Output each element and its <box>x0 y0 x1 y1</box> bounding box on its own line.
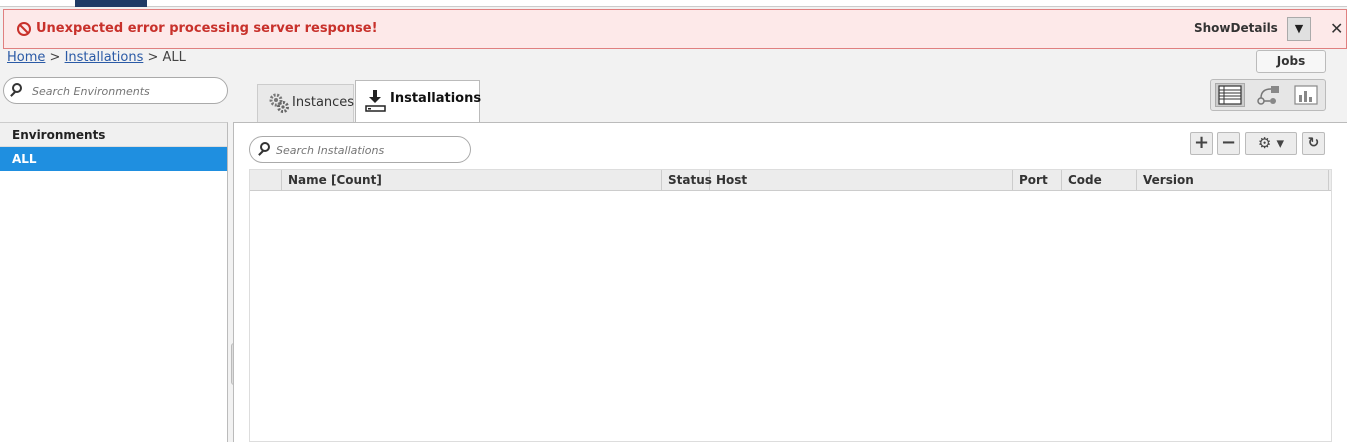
settings-dropdown-button[interactable]: ⚙ ▾ <box>1245 132 1297 155</box>
remove-button[interactable]: − <box>1217 132 1240 155</box>
tab-installations[interactable]: Installations <box>355 80 482 123</box>
sidebar-item-all[interactable]: ALL <box>0 147 227 171</box>
show-details-link[interactable]: ShowDetails <box>1194 21 1278 35</box>
column-header-port[interactable]: Port <box>1013 170 1062 191</box>
error-banner: Unexpected error processing server respo… <box>3 9 1347 49</box>
topology-view-icon <box>1257 86 1279 105</box>
download-icon <box>365 90 386 112</box>
breadcrumb-separator: > <box>45 50 65 65</box>
column-header-name[interactable]: Name [Count] <box>282 170 662 191</box>
column-header-status[interactable]: Status <box>662 170 712 191</box>
tab-instances[interactable]: Instances <box>257 84 354 122</box>
chart-view-button[interactable] <box>1291 83 1321 107</box>
environments-sidebar: Environments ALL <box>0 122 228 442</box>
error-message: Unexpected error processing server respo… <box>36 21 378 36</box>
breadcrumb-installations-link[interactable]: Installations <box>65 50 144 65</box>
details-dropdown-button[interactable]: ▼ <box>1287 17 1311 41</box>
top-strip <box>0 0 1347 7</box>
search-environments-field[interactable] <box>3 77 228 104</box>
close-error-button[interactable]: ✕ <box>1330 19 1343 38</box>
chart-view-icon <box>1294 85 1318 105</box>
installations-table: Name [Count] Status Host Port Code Versi… <box>249 169 1332 442</box>
jobs-button[interactable]: Jobs <box>1256 50 1326 73</box>
list-view-icon <box>1218 85 1242 105</box>
tab-instances-label: Instances <box>292 95 355 110</box>
column-header-code[interactable]: Code <box>1062 170 1137 191</box>
topology-view-button[interactable] <box>1253 83 1283 107</box>
search-installations-input[interactable] <box>276 142 461 158</box>
search-environments-input[interactable] <box>32 83 217 99</box>
view-mode-toggle <box>1210 79 1326 111</box>
breadcrumb-home-link[interactable]: Home <box>7 50 45 65</box>
table-header: Name [Count] Status Host Port Code Versi… <box>250 170 1331 191</box>
column-header-version[interactable]: Version <box>1137 170 1329 191</box>
breadcrumb-separator: > <box>143 50 163 65</box>
column-header-select <box>250 170 282 191</box>
search-icon <box>260 142 270 152</box>
tab-installations-label: Installations <box>390 91 482 106</box>
search-icon <box>12 83 22 93</box>
top-strip-accent <box>75 0 147 7</box>
breadcrumb: Home > Installations > ALL <box>7 50 186 65</box>
add-button[interactable]: + <box>1190 132 1213 155</box>
list-view-button[interactable] <box>1215 83 1245 107</box>
refresh-button[interactable]: ↻ <box>1302 132 1325 155</box>
column-header-host[interactable]: Host <box>710 170 1013 191</box>
error-icon <box>17 22 31 36</box>
environments-header: Environments <box>0 123 227 147</box>
breadcrumb-current: ALL <box>162 50 186 65</box>
gears-icon <box>269 93 289 113</box>
search-installations-field[interactable] <box>249 136 471 163</box>
